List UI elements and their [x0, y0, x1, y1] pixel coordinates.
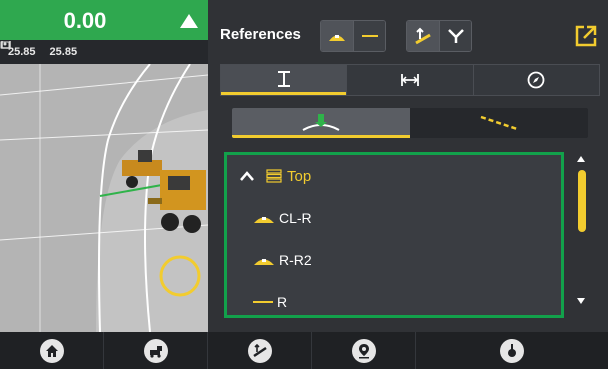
triangle-up-icon [180, 14, 198, 28]
blade-dimensions: 25.85 25.85 [0, 40, 208, 64]
road-surface-icon [254, 217, 274, 223]
vertical-height-icon [277, 70, 290, 87]
surface-target-icon [302, 113, 340, 131]
slope-mode-b-button[interactable] [439, 21, 471, 51]
reference-list: Top CL-R R-R2 R [224, 152, 564, 318]
right-dimension-value: 25.85 [49, 46, 78, 58]
machine-button[interactable] [104, 332, 208, 369]
tab-compass[interactable] [472, 65, 599, 95]
scroll-up-icon[interactable] [577, 156, 585, 162]
panel-title: References [220, 26, 301, 43]
line-icon [361, 35, 378, 37]
list-item[interactable]: R-R2 [227, 239, 561, 281]
home-button[interactable] [0, 332, 104, 369]
panel-header: References [208, 0, 608, 62]
tab-horizontal[interactable] [346, 65, 473, 95]
left-dimension-value: 25.85 [8, 46, 36, 58]
settings-dial-icon [500, 338, 524, 363]
line-mode-button[interactable] [410, 108, 588, 138]
slope-mode-a-button[interactable] [407, 21, 439, 51]
list-item[interactable]: CL-R [227, 197, 561, 239]
line-icon [253, 301, 273, 303]
scroll-down-icon[interactable] [577, 298, 585, 304]
road-surface-icon [254, 259, 274, 265]
location-pin-icon [351, 338, 376, 363]
dashed-line-icon [480, 115, 518, 131]
list-item-label: R-R2 [279, 252, 312, 268]
list-item[interactable]: R [227, 281, 561, 315]
left-dimension: 25.85 [0, 41, 36, 58]
external-link-icon[interactable] [572, 22, 600, 50]
slope-mode-selector [406, 20, 472, 52]
settings-dial-button[interactable] [416, 332, 608, 369]
line-reference-button[interactable] [353, 21, 385, 51]
grade-indicator: 0.00 [0, 0, 208, 40]
group-label: Top [287, 167, 312, 185]
references-panel: References Top CL-R R-R2 R [208, 0, 608, 332]
compass-icon [527, 71, 545, 89]
list-scrollbar[interactable] [574, 154, 590, 316]
list-item-label: CL-R [279, 210, 312, 226]
home-icon [39, 338, 64, 363]
grade-control-icon [247, 338, 272, 363]
slope-a-icon [415, 27, 431, 45]
right-dimension: 25.85 [1, 41, 78, 58]
horizontal-width-icon [401, 74, 419, 86]
surface-reference-button[interactable] [321, 21, 353, 51]
tab-vertical[interactable] [221, 65, 347, 95]
grade-control-button[interactable] [208, 332, 312, 369]
machine-3d-view[interactable]: 0.00 25.85 25.85 [0, 0, 208, 332]
location-button[interactable] [312, 332, 416, 369]
reference-type-selector [320, 20, 386, 52]
machine-icon [143, 338, 168, 363]
group-top[interactable]: Top [227, 155, 561, 197]
scroll-thumb[interactable] [578, 170, 586, 232]
right-blade-icon [1, 41, 10, 49]
chevron-up-icon [240, 171, 254, 181]
road-surface-icon [329, 35, 345, 41]
reference-tabs [220, 64, 600, 96]
surface-mode-button[interactable] [232, 108, 410, 138]
slope-b-icon [447, 29, 464, 43]
layers-icon [266, 169, 282, 183]
list-item-label: R [277, 294, 288, 310]
grade-value: 0.00 [63, 8, 107, 33]
bottom-toolbar [0, 332, 608, 369]
mode-toggle [232, 108, 588, 138]
